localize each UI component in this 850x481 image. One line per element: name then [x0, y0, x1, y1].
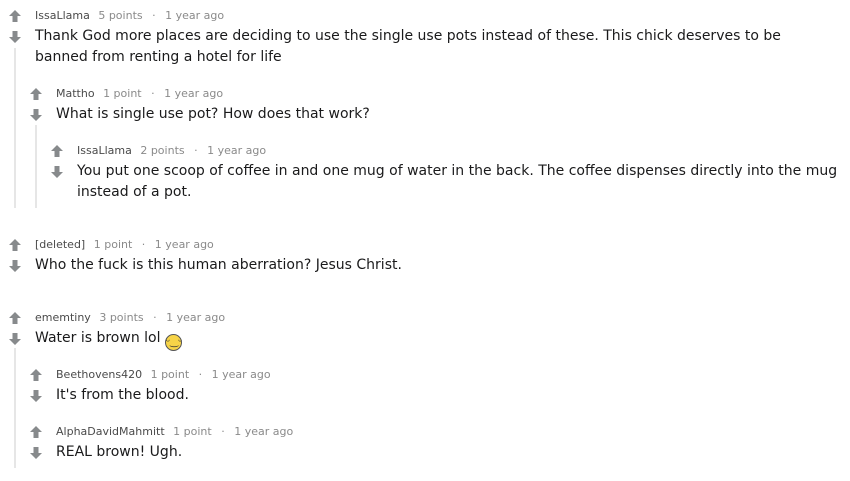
downvote-icon[interactable]	[50, 165, 66, 179]
comment-author[interactable]: IssaLlama	[35, 9, 90, 22]
comment-text: You put one scoop of coffee in and one m…	[77, 163, 838, 200]
meta-separator: ·	[141, 238, 146, 251]
thread-line[interactable]	[14, 348, 16, 468]
meta-separator: ·	[151, 87, 155, 100]
upvote-icon[interactable]	[29, 87, 45, 101]
meta-separator: ·	[221, 425, 225, 438]
meta-separator: ·	[194, 144, 198, 157]
downvote-icon[interactable]	[29, 446, 45, 460]
comment-points: 2 points	[140, 144, 185, 157]
comment-text: What is single use pot? How does that wo…	[56, 106, 370, 122]
comment-points: 1 point	[150, 368, 190, 381]
meta-separator: ·	[153, 311, 157, 324]
downvote-icon[interactable]	[8, 332, 24, 346]
comment-text: REAL brown! Ugh.	[56, 444, 183, 460]
comment-author[interactable]: [deleted]	[35, 238, 85, 251]
downvote-icon[interactable]	[8, 259, 24, 273]
comment-author[interactable]: AlphaDavidMahmitt	[56, 425, 165, 438]
comment-author[interactable]: ememtiny	[35, 311, 91, 324]
comment-time[interactable]: 1 year ago	[166, 311, 225, 324]
comment-author[interactable]: Beethovens420	[56, 368, 142, 381]
comment-points: 5 points	[98, 9, 143, 22]
thread-line[interactable]	[14, 48, 16, 208]
upvote-icon[interactable]	[29, 425, 45, 439]
upvote-icon[interactable]	[29, 368, 45, 382]
upvote-icon[interactable]	[8, 238, 24, 252]
comment-author[interactable]: Mattho	[56, 87, 95, 100]
comment-time[interactable]: 1 year ago	[165, 9, 224, 22]
comment-points: 3 points	[99, 311, 144, 324]
comment-points: 1 point	[103, 87, 142, 100]
comment-text: Water is brown lol	[35, 330, 161, 346]
comment-author[interactable]: IssaLlama	[77, 144, 132, 157]
comment-text: Who the fuck is this human aberration? J…	[35, 257, 402, 273]
laughing-face-icon: ᵕ‿ᵕ	[164, 334, 182, 351]
comment-time[interactable]: 1 year ago	[212, 368, 271, 381]
comment-points: 1 point	[173, 425, 212, 438]
meta-separator: ·	[198, 368, 203, 381]
comment-time[interactable]: 1 year ago	[207, 144, 266, 157]
upvote-icon[interactable]	[50, 144, 66, 158]
downvote-icon[interactable]	[29, 389, 45, 403]
downvote-icon[interactable]	[29, 108, 45, 122]
comment-time[interactable]: 1 year ago	[234, 425, 293, 438]
upvote-icon[interactable]	[8, 9, 24, 23]
thread-line[interactable]	[35, 125, 37, 208]
comment-time[interactable]: 1 year ago	[155, 238, 214, 251]
meta-separator: ·	[152, 9, 156, 22]
comment-points: 1 point	[93, 238, 133, 251]
comment-time[interactable]: 1 year ago	[164, 87, 223, 100]
downvote-icon[interactable]	[8, 30, 24, 44]
comment-text: Thank God more places are deciding to us…	[35, 28, 781, 65]
comment-body: Water is brown lol ᵕ‿ᵕ	[35, 328, 835, 351]
upvote-icon[interactable]	[8, 311, 24, 325]
comment-text: It's from the blood.	[56, 387, 189, 403]
